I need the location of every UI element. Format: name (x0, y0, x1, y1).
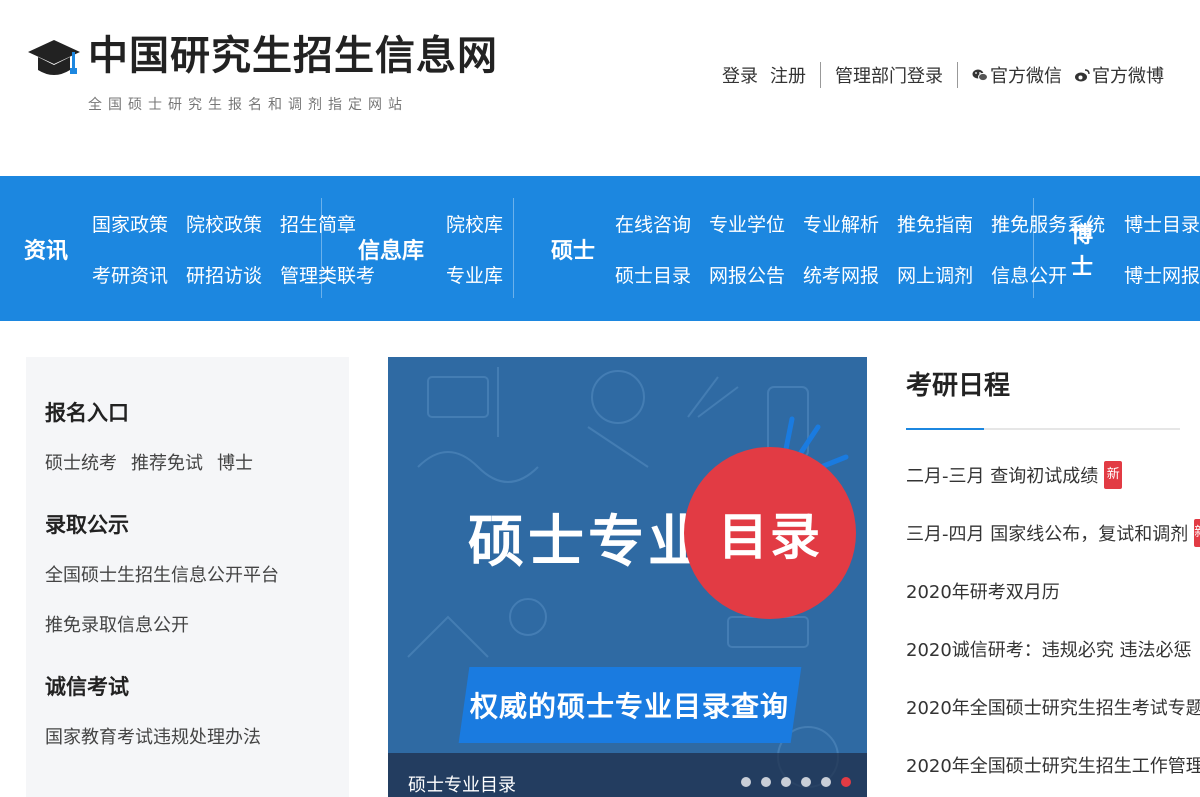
schedule-item[interactable]: 2020诚信研考：违规必究 违法必惩 (906, 634, 1192, 664)
nav-group-master: 硕士 在线咨询 专业学位 专业解析 推免指南 推免服务系统 硕士目录 网报公告 … (551, 176, 1105, 321)
schedule-item[interactable]: 2020年全国硕士研究生招生工作管理规定 (906, 750, 1200, 780)
nav-divider (1033, 198, 1034, 298)
banner-caption[interactable]: 硕士专业目录 (408, 771, 516, 797)
wechat-link[interactable]: 官方微信 (972, 62, 1062, 88)
admin-login-link[interactable]: 管理部门登录 (835, 62, 943, 88)
registration-link[interactable]: 推荐免试 (131, 449, 203, 475)
carousel-dot-active[interactable] (841, 777, 851, 787)
top-links: 登录 注册 管理部门登录 官方微信 官方微博 (722, 62, 1164, 88)
banner-headline: 硕士专业 (468, 510, 708, 575)
nav-link[interactable]: 网上调剂 (897, 261, 973, 288)
admission-link[interactable]: 推免录取信息公开 (45, 611, 349, 637)
nav-category-news[interactable]: 资讯 (24, 233, 68, 265)
schedule-list: 二月-三月 查询初试成绩 新 三月-四月 国家线公布，复试和调剂 新 2020年… (906, 460, 1200, 780)
nav-link[interactable]: 国家政策 (92, 210, 168, 237)
carousel-dot[interactable] (781, 777, 791, 787)
nav-link[interactable]: 专业解析 (803, 210, 879, 237)
carousel-dot[interactable] (821, 777, 831, 787)
registration-link[interactable]: 博士 (217, 449, 253, 475)
nav-link[interactable]: 院校政策 (186, 210, 262, 237)
nav-category-master[interactable]: 硕士 (551, 233, 595, 265)
nav-link[interactable]: 网报公告 (709, 261, 785, 288)
site-logo[interactable]: 中国研究生招生信息网 全国硕士研究生报名和调剂指定网站 (26, 28, 498, 114)
schedule-item[interactable]: 二月-三月 查询初试成绩 新 (906, 460, 1180, 490)
divider (820, 62, 821, 88)
nav-category-database[interactable]: 信息库 (358, 233, 424, 265)
banner-ribbon-text: 权威的硕士专业目录查询 (470, 690, 790, 723)
section-heading: 录取公示 (45, 513, 129, 537)
nav-link[interactable]: 专业库 (446, 261, 503, 288)
nav-link[interactable]: 研招访谈 (186, 261, 262, 288)
new-badge: 新 (1104, 461, 1123, 489)
integrity-link[interactable]: 国家教育考试违规处理办法 (45, 723, 349, 749)
nav-link[interactable]: 在线咨询 (615, 210, 691, 237)
nav-link[interactable]: 博士网报 (1124, 261, 1200, 288)
schedule-item-text: 2020诚信研考：违规必究 违法必惩 (906, 640, 1192, 661)
nav-group-news: 资讯 国家政策 院校政策 招生简章 考研资讯 研招访谈 管理类联考 (24, 176, 375, 321)
carousel-dot[interactable] (761, 777, 771, 787)
carousel-dot[interactable] (741, 777, 751, 787)
site-header: 中国研究生招生信息网 全国硕士研究生报名和调剂指定网站 登录 注册 管理部门登录… (0, 0, 1200, 176)
banner-circle-badge: 目录 (684, 447, 856, 619)
weibo-icon (1075, 69, 1090, 82)
carousel-dot[interactable] (801, 777, 811, 787)
section-admission: 录取公示 全国硕士生招生信息公开平台 推免录取信息公开 (45, 509, 349, 637)
schedule-item-text: 2020年全国硕士研究生招生考试专题报道 (906, 698, 1200, 719)
schedule-item-text: 二月-三月 查询初试成绩 (906, 466, 1099, 487)
site-subtitle: 全国硕士研究生报名和调剂指定网站 (88, 97, 408, 113)
nav-link[interactable]: 博士目录 (1124, 210, 1200, 237)
banner-circle-text: 目录 (718, 508, 822, 566)
section-heading: 诚信考试 (45, 675, 129, 699)
nav-link[interactable]: 院校库 (446, 210, 503, 237)
nav-link[interactable]: 硕士目录 (615, 261, 691, 288)
nav-link[interactable]: 推免指南 (897, 210, 973, 237)
wechat-label: 官方微信 (990, 66, 1062, 87)
schedule-item-text: 三月-四月 国家线公布，复试和调剂 (906, 524, 1189, 545)
login-link[interactable]: 登录 (722, 62, 758, 88)
nav-divider (513, 198, 514, 298)
nav-group-doctor: 博士 博士目录 博士网报 (1071, 176, 1200, 321)
title-underline (906, 428, 1180, 430)
nav-link[interactable]: 考研资讯 (92, 261, 168, 288)
site-title: 中国研究生招生信息网 (88, 32, 498, 79)
schedule-item-text: 2020年全国硕士研究生招生工作管理规定 (906, 756, 1200, 777)
banner-carousel[interactable]: 硕士专业 目录 权威的硕士专业目录查询 硕士专业目录 (388, 357, 867, 797)
admission-link[interactable]: 全国硕士生招生信息公开平台 (45, 561, 349, 587)
banner-caption-bar: 硕士专业目录 (388, 753, 867, 797)
new-badge: 新 (1194, 519, 1200, 547)
schedule-item[interactable]: 2020年研考双月历 (906, 576, 1180, 606)
divider (957, 62, 958, 88)
weibo-label: 官方微博 (1092, 66, 1164, 87)
section-heading: 报名入口 (45, 401, 129, 425)
exam-schedule-panel: 考研日程 二月-三月 查询初试成绩 新 三月-四月 国家线公布，复试和调剂 新 … (906, 357, 1200, 797)
weibo-link[interactable]: 官方微博 (1074, 62, 1164, 88)
nav-category-doctor[interactable]: 博士 (1071, 217, 1104, 281)
wechat-icon (972, 69, 988, 82)
section-registration: 报名入口 硕士统考 推荐免试 博士 (45, 397, 349, 475)
schedule-item[interactable]: 三月-四月 国家线公布，复试和调剂 新 (906, 518, 1200, 548)
nav-link[interactable]: 专业学位 (709, 210, 785, 237)
quick-links-panel: 报名入口 硕士统考 推荐免试 博士 录取公示 全国硕士生招生信息公开平台 推免录… (26, 357, 349, 797)
banner-ribbon: 权威的硕士专业目录查询 (458, 667, 802, 743)
schedule-item[interactable]: 2020年全国硕士研究生招生考试专题报道 (906, 692, 1200, 722)
registration-link[interactable]: 硕士统考 (45, 449, 117, 475)
register-link[interactable]: 注册 (770, 62, 806, 88)
carousel-dots (741, 777, 851, 787)
graduation-cap-icon (28, 40, 80, 75)
section-integrity: 诚信考试 国家教育考试违规处理办法 (45, 671, 349, 749)
nav-group-database: 信息库 院校库 专业库 (358, 176, 503, 321)
schedule-item-text: 2020年研考双月历 (906, 582, 1060, 603)
main-nav: 资讯 国家政策 院校政策 招生简章 考研资讯 研招访谈 管理类联考 信息库 院校… (0, 176, 1200, 321)
schedule-title: 考研日程 (906, 371, 1011, 401)
nav-link[interactable]: 统考网报 (803, 261, 879, 288)
nav-divider (321, 198, 322, 298)
